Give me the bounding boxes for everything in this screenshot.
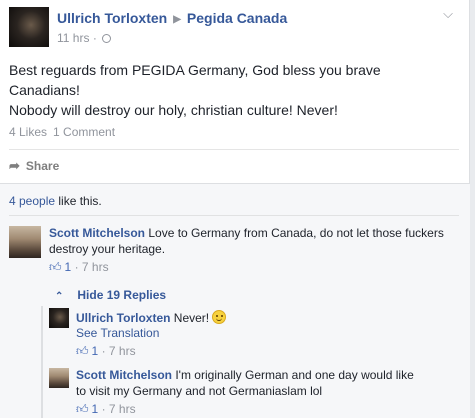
likes-suffix: like this. — [55, 194, 102, 208]
reply-time[interactable]: · 7 hrs — [98, 344, 136, 358]
comments-count-link[interactable]: 1 Comment — [53, 125, 115, 139]
reply-avatar[interactable] — [49, 368, 69, 388]
likes-summary: 4 people like this. — [9, 194, 102, 208]
hide-replies-label: Hide 19 Replies — [77, 288, 167, 302]
comment-text: destroy your heritage. — [49, 242, 166, 256]
comment-meta: 👍︎ 1 · 7 hrs — [49, 260, 109, 275]
chevron-down-icon[interactable]: ⌵ — [443, 6, 453, 22]
reply-text: Never! — [170, 311, 210, 325]
comment-time[interactable]: · 7 hrs — [71, 260, 109, 274]
reply-text: to visit my Germany and not Germaniaslam… — [76, 384, 323, 398]
post-text-line: Canadians! — [9, 82, 80, 98]
author-avatar[interactable] — [9, 7, 49, 47]
target-page-link[interactable]: Pegida Canada — [187, 10, 287, 26]
hide-replies-button[interactable]: ⌃ Hide 19 Replies — [55, 288, 166, 302]
smile-emoji-icon — [212, 310, 227, 324]
likes-count-link[interactable]: 4 Likes — [9, 125, 47, 139]
thumbs-up-icon[interactable]: 👍︎ — [76, 344, 89, 359]
reply-text: I'm originally German and one day would … — [172, 368, 414, 382]
post-timestamp[interactable]: 11 hrs — [57, 31, 89, 45]
reply-author-link[interactable]: Scott Mitchelson — [76, 368, 172, 382]
reply-time[interactable]: · 7 hrs — [98, 402, 136, 416]
globe-icon[interactable] — [102, 34, 112, 43]
share-label: Share — [25, 159, 60, 173]
thumbs-up-icon[interactable]: 👍︎ — [49, 260, 62, 275]
arrow-right-icon: ▶ — [173, 14, 181, 25]
see-translation-link[interactable]: See Translation — [76, 326, 159, 340]
comment-body: Scott Mitchelson Love to Germany from Ca… — [49, 225, 459, 257]
comment-text: Love to Germany from Canada, do not let … — [145, 226, 444, 240]
reply-meta: 👍︎ 1 · 7 hrs — [76, 344, 136, 359]
share-arrow-icon: ➦ — [9, 158, 20, 173]
comment-author-link[interactable]: Scott Mitchelson — [49, 226, 145, 240]
post-meta: 11 hrs · — [57, 31, 112, 45]
commenter-avatar[interactable] — [9, 226, 41, 258]
caret-up-icon: ⌃ — [55, 291, 64, 302]
share-button[interactable]: ➦ Share — [9, 158, 59, 174]
post-card: Ullrich Torloxten ▶ Pegida Canada 11 hrs ·… — [0, 0, 470, 418]
divider — [9, 149, 459, 150]
reply-body: Scott Mitchelson I'm originally German a… — [76, 367, 456, 399]
meta-separator: · — [92, 31, 97, 45]
reply-avatar[interactable] — [49, 308, 69, 328]
likers-link[interactable]: 4 people — [9, 194, 55, 208]
reply-body: Ullrich Torloxten Never! — [76, 308, 456, 326]
divider — [9, 215, 459, 216]
post-counts: 4 Likes 1 Comment — [9, 125, 115, 139]
thumbs-up-icon[interactable]: 👍︎ — [76, 402, 89, 417]
reply-thread-line — [41, 306, 43, 418]
reply-meta: 👍︎ 1 · 7 hrs — [76, 402, 136, 417]
reply-author-link[interactable]: Ullrich Torloxten — [76, 311, 170, 325]
post-body: Best reguards from PEGIDA Germany, God b… — [9, 60, 454, 120]
author-link[interactable]: Ullrich Torloxten — [57, 10, 167, 26]
post-text-line: Nobody will destroy our holy, christian … — [9, 102, 338, 118]
post-text-line: Best reguards from PEGIDA Germany, God b… — [9, 62, 381, 78]
post-header: Ullrich Torloxten ▶ Pegida Canada — [57, 10, 287, 26]
